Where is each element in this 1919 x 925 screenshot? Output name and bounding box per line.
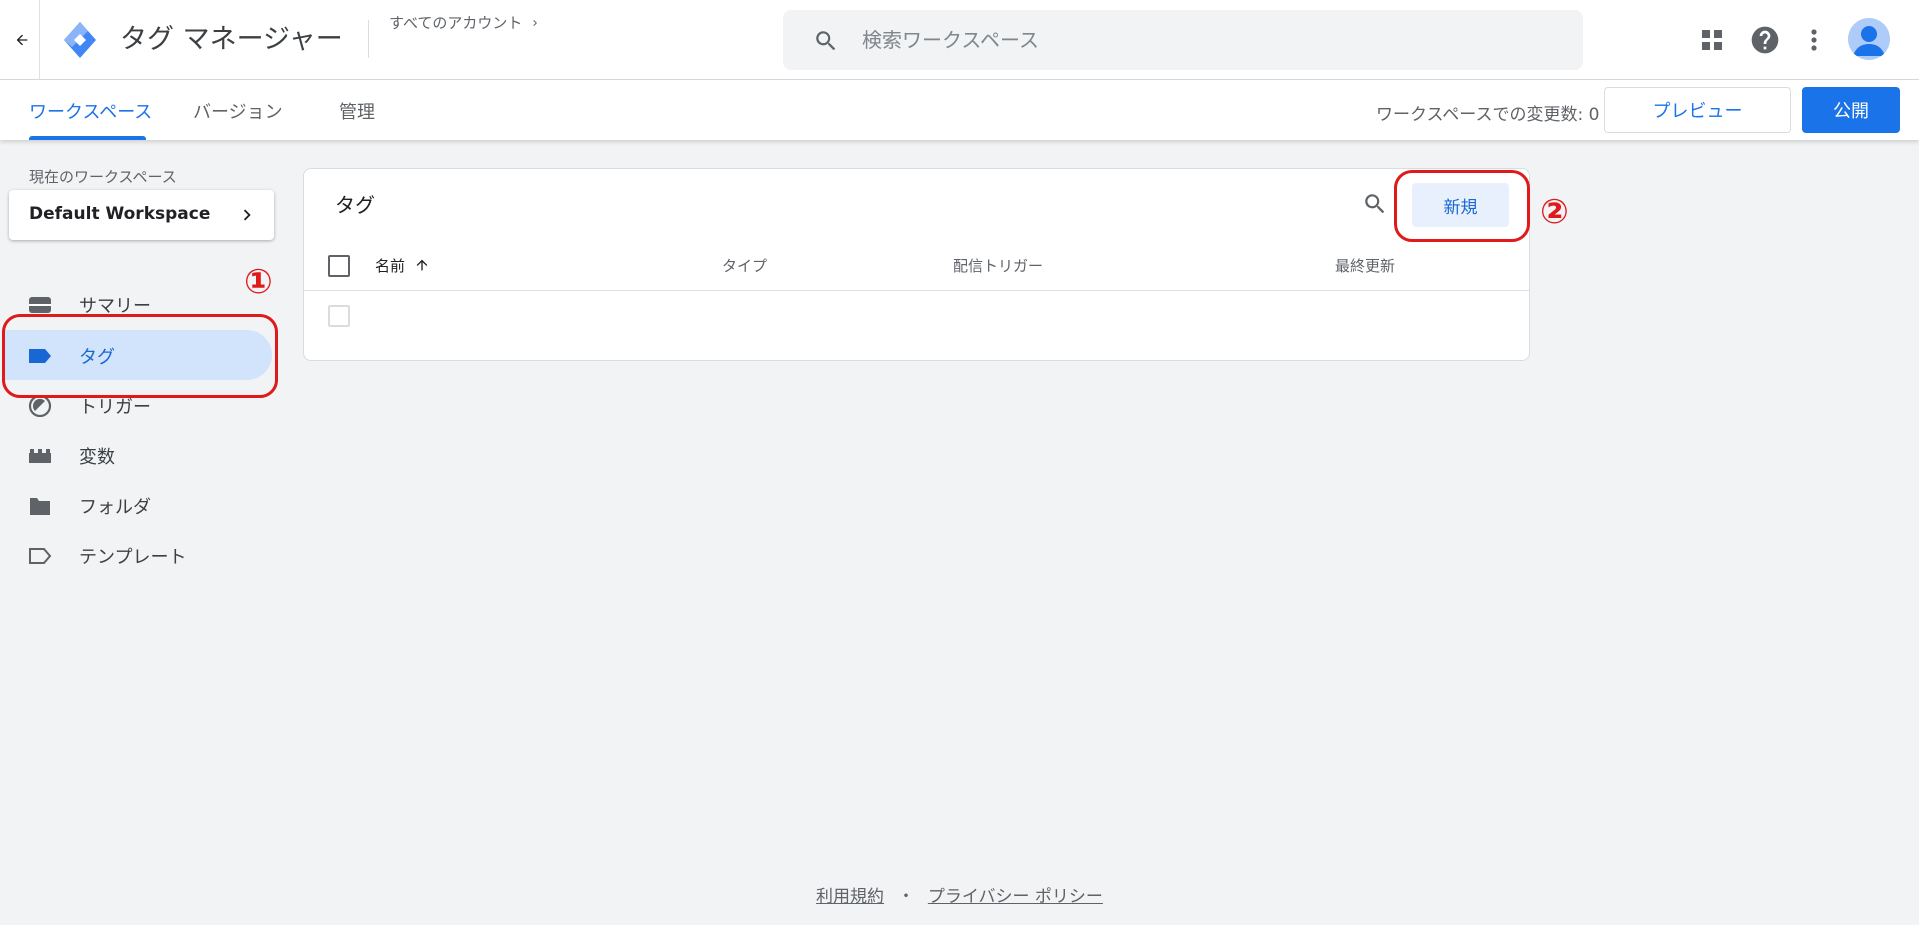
- new-tag-button[interactable]: 新規: [1412, 183, 1509, 227]
- tab-versions[interactable]: バージョン: [193, 98, 283, 124]
- account-avatar-icon: [1848, 18, 1890, 60]
- summary-icon: [29, 297, 51, 313]
- folder-icon: [30, 498, 50, 515]
- more-options-button[interactable]: [1798, 24, 1830, 56]
- apps-grid-icon: [1702, 30, 1722, 50]
- sidebar-item-folders[interactable]: フォルダ: [0, 480, 272, 530]
- sidebar-item-variables[interactable]: 変数: [0, 430, 272, 480]
- header-divider: [39, 0, 40, 80]
- template-icon: [29, 548, 52, 564]
- sidebar-item-templates[interactable]: テンプレート: [0, 530, 272, 580]
- sidebar-item-label: タグ: [79, 347, 115, 368]
- select-all-checkbox[interactable]: [328, 255, 350, 277]
- help-button[interactable]: [1749, 24, 1781, 56]
- sidebar-item-label: トリガー: [79, 397, 151, 418]
- column-header-updated[interactable]: 最終更新: [1335, 255, 1395, 276]
- column-header-label: 名前: [375, 257, 406, 275]
- help-icon: [1751, 26, 1779, 54]
- workspace-nav-bar: ワークスペース バージョン 管理 ワークスペースでの変更数: 0 プレビュー 公…: [0, 80, 1919, 140]
- footer: 利用規約 ・ プライバシー ポリシー: [0, 882, 1919, 907]
- search-input[interactable]: [862, 24, 1542, 56]
- column-header-name[interactable]: 名前: [375, 255, 430, 276]
- active-tab-indicator: [29, 136, 146, 140]
- publish-button[interactable]: 公開: [1802, 87, 1900, 133]
- workspace-selector[interactable]: Default Workspace: [9, 190, 274, 240]
- tab-admin[interactable]: 管理: [339, 98, 375, 124]
- arrow-up-icon: [416, 259, 428, 271]
- annotation-number-2: ②: [1540, 192, 1569, 232]
- chevron-right-icon: [243, 209, 251, 221]
- column-header-type[interactable]: タイプ: [722, 255, 767, 276]
- breadcrumb-all-accounts[interactable]: すべてのアカウント: [389, 12, 541, 33]
- app-title: タグ マネージャー: [120, 24, 343, 55]
- tag-icon: [29, 349, 51, 363]
- current-workspace-label: 現在のワークスペース: [29, 168, 177, 186]
- workspace-changes-count: ワークスペースでの変更数: 0: [1376, 105, 1600, 125]
- privacy-policy-link[interactable]: プライバシー ポリシー: [928, 887, 1103, 907]
- title-divider: [368, 20, 369, 58]
- search-bar[interactable]: [783, 10, 1583, 70]
- footer-separator: ・: [897, 887, 915, 907]
- search-icon: [816, 31, 836, 51]
- chevron-right-icon: [533, 20, 538, 26]
- tag-manager-logo[interactable]: [62, 20, 98, 60]
- sidebar-item-tags[interactable]: タグ: [4, 330, 272, 380]
- apps-button[interactable]: [1696, 24, 1728, 56]
- workspace-name: Default Workspace: [29, 204, 211, 224]
- sidebar-item-label: 変数: [79, 447, 115, 468]
- more-vert-icon: [1811, 29, 1817, 51]
- account-avatar[interactable]: [1848, 18, 1890, 60]
- sidebar-item-label: テンプレート: [79, 547, 187, 568]
- top-app-bar: タグ マネージャー すべてのアカウント: [0, 0, 1919, 80]
- sidebar-item-summary[interactable]: サマリー: [0, 279, 272, 329]
- sidebar-item-label: フォルダ: [79, 497, 151, 518]
- search-icon[interactable]: [1362, 191, 1388, 217]
- tags-card: タグ 新規 名前 タイプ 配信トリガー 最終更新: [303, 168, 1530, 361]
- column-header-trigger[interactable]: 配信トリガー: [953, 255, 1043, 276]
- sidebar-item-triggers[interactable]: トリガー: [0, 380, 272, 430]
- tab-workspace[interactable]: ワークスペース: [29, 98, 152, 124]
- arrow-back-icon: [16, 34, 28, 46]
- tag-manager-logo-icon: [64, 22, 96, 58]
- card-title: タグ: [335, 193, 375, 217]
- table-header-divider: [304, 290, 1529, 291]
- trigger-icon: [28, 395, 52, 417]
- terms-link[interactable]: 利用規約: [816, 887, 884, 907]
- breadcrumb-label: すべてのアカウント: [389, 14, 523, 32]
- preview-button[interactable]: プレビュー: [1604, 87, 1791, 133]
- variable-icon: [29, 449, 51, 463]
- sidebar-item-label: サマリー: [79, 296, 151, 317]
- back-button[interactable]: [8, 26, 36, 54]
- row-checkbox[interactable]: [328, 305, 350, 327]
